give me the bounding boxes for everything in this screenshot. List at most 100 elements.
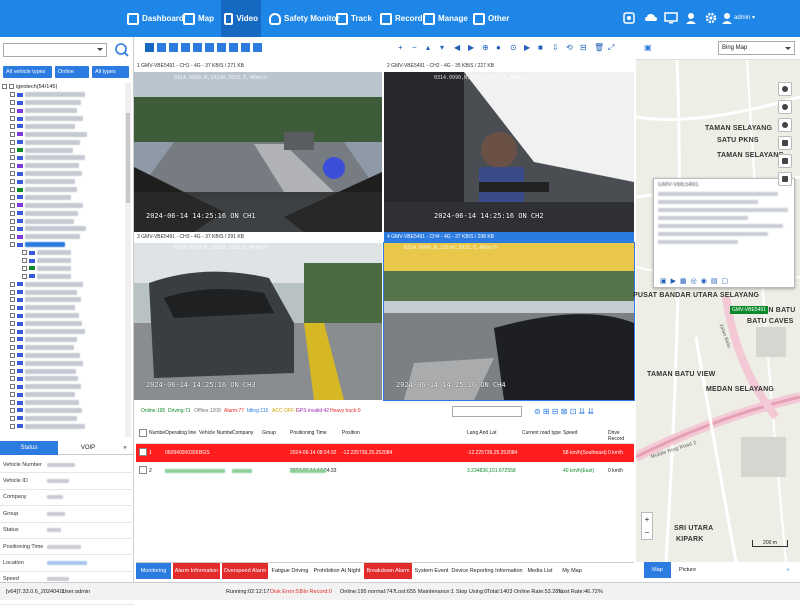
map-traffic-icon[interactable] [778, 118, 792, 132]
column-header[interactable]: Group [262, 430, 276, 436]
refresh-icon[interactable]: ⟲ [566, 43, 574, 52]
layout-grid-button[interactable] [216, 42, 227, 53]
map-fullscreen-icon[interactable] [778, 172, 792, 186]
tab-voip[interactable]: VOIP [58, 441, 118, 455]
expand-icon[interactable] [10, 242, 15, 248]
delete-icon[interactable]: 🗑 [594, 43, 604, 52]
map-measure-icon[interactable] [778, 154, 792, 168]
cloud-icon[interactable] [644, 11, 658, 25]
vehicle-type-filter[interactable]: All vehicle types [3, 66, 52, 78]
tree-vehicle-item[interactable] [2, 138, 124, 146]
expand-icon[interactable] [10, 415, 15, 421]
column-header[interactable]: Current road type [522, 430, 561, 436]
tree-vehicle-item[interactable] [2, 225, 124, 233]
zoom-icon[interactable]: ⊕ [482, 43, 490, 52]
tree-vehicle-item[interactable] [2, 162, 124, 170]
nav-dashboard[interactable]: Dashboard [124, 0, 187, 37]
download-icon[interactable]: ⇩ [552, 43, 560, 52]
video-channel-1[interactable]: 0314.0990,N,101o0.3925,E,40km/h 2024-06-… [134, 72, 382, 232]
expand-icon[interactable] [10, 289, 15, 295]
video-channel-2[interactable]: 0314.0990,N,101o0.3925,E,40km/h 2024-06-… [384, 72, 634, 232]
down-icon[interactable]: ▾ [440, 43, 448, 52]
status-idling[interactable]: Idling:115 [247, 403, 268, 420]
checkbox[interactable] [9, 84, 14, 90]
tree-vehicle-item[interactable] [2, 170, 124, 178]
expand-icon[interactable] [10, 392, 15, 398]
expand-icon[interactable] [10, 368, 15, 374]
vehicle-search-input[interactable] [3, 43, 107, 57]
expand-icon[interactable] [10, 376, 15, 382]
expand-icon[interactable] [10, 400, 15, 406]
layout-grid-button[interactable] [204, 42, 215, 53]
table-row[interactable]: 1 050940000356 BGS 2024-06-14 08:24:32 -12.2… [136, 444, 634, 462]
expand-icon[interactable] [22, 265, 27, 271]
select-all-checkbox[interactable] [139, 429, 147, 437]
status-online[interactable]: Online:195 [141, 403, 165, 420]
nav-other[interactable]: Other [470, 0, 512, 37]
expand-icon[interactable] [10, 139, 15, 145]
tree-vehicle-item[interactable] [2, 407, 124, 415]
tree-vehicle-item[interactable] [2, 375, 124, 383]
nav-safety-monitor[interactable]: Safety Monitor [266, 0, 343, 37]
tree-vehicle-item[interactable] [2, 264, 124, 272]
expand-icon[interactable] [10, 305, 15, 311]
tree-vehicle-item[interactable] [2, 272, 124, 280]
expand-icon[interactable] [22, 250, 27, 256]
layout-grid-button[interactable] [168, 42, 179, 53]
expand-icon[interactable] [10, 234, 15, 240]
bottom-tab[interactable]: My Map [557, 563, 587, 579]
bottom-tab[interactable]: Device Reporting Information [451, 563, 523, 579]
tree-vehicle-item[interactable] [2, 186, 124, 194]
video-channel-4[interactable]: 0314.0990,N,101o0.3925,E,40km/h 2024-06-… [383, 242, 635, 401]
expand-icon[interactable] [10, 297, 15, 303]
bottom-tab[interactable]: Overspeed Alarm [222, 563, 268, 579]
status-gps-invalid[interactable]: GPS invalid:42 [296, 403, 329, 420]
expand-icon[interactable] [22, 258, 27, 264]
nav-track[interactable]: Track [333, 0, 375, 37]
expand-icon[interactable] [10, 321, 15, 327]
tree-vehicle-item[interactable] [2, 359, 124, 367]
expand-icon[interactable] [10, 92, 15, 98]
status-offline[interactable]: Offline:1208 [194, 403, 221, 420]
bottom-tab[interactable]: Prohibition At Night [312, 563, 362, 579]
map-settings-icon[interactable]: ▣ [644, 43, 652, 52]
expand-icon[interactable] [10, 384, 15, 390]
expand-icon[interactable] [10, 163, 15, 169]
capture-icon[interactable]: ⊙ [510, 43, 518, 52]
bottom-tab[interactable]: Fatigue Driving [270, 563, 310, 579]
user-menu[interactable]: admin ▾ [734, 14, 755, 21]
layout-grid-button[interactable] [240, 42, 251, 53]
tree-vehicle-item[interactable] [2, 312, 124, 320]
tree-vehicle-item[interactable] [2, 146, 124, 154]
user-group-icon[interactable] [684, 11, 698, 25]
layout-icon[interactable]: ⊟ [580, 43, 588, 52]
expand-icon[interactable] [10, 108, 15, 114]
left-icon[interactable]: ◀ [454, 43, 462, 52]
expand-icon[interactable] [2, 84, 7, 90]
map-layer-icon[interactable] [778, 100, 792, 114]
expand-icon[interactable] [10, 407, 15, 413]
tab-picture[interactable]: Picture [674, 562, 701, 578]
tree-vehicle-item[interactable] [2, 154, 124, 162]
nav-map[interactable]: Map [180, 0, 217, 37]
tree-vehicle-item[interactable] [2, 280, 124, 288]
tree-vehicle-item[interactable] [2, 399, 124, 407]
search-icon[interactable] [114, 42, 130, 58]
expand-icon[interactable] [10, 131, 15, 137]
status-driving[interactable]: Driving:71 [168, 403, 191, 420]
popup-action-icons[interactable]: ▣▶▦◎◉▤▢ [660, 277, 732, 285]
expand-icon[interactable] [10, 171, 15, 177]
expand-icon[interactable] [10, 210, 15, 216]
nav-manage[interactable]: Manage [420, 0, 471, 37]
column-header[interactable]: Drive Record [608, 430, 634, 442]
expand-icon[interactable] [10, 313, 15, 319]
expand-icon[interactable] [10, 281, 15, 287]
map-zoom-icon[interactable] [778, 82, 792, 96]
tree-vehicle-item[interactable] [2, 257, 124, 265]
status-toolbar-icons[interactable]: ⊜ ⊞ ⊟ ⊠ ⊡ ⇊ ⇊ [534, 403, 594, 420]
column-header[interactable]: Lang And Lat [467, 430, 496, 436]
tree-vehicle-item[interactable] [2, 217, 124, 225]
scroll-thumb[interactable] [126, 113, 130, 203]
layout-grid-button[interactable] [156, 42, 167, 53]
tree-vehicle-item[interactable] [2, 91, 124, 99]
